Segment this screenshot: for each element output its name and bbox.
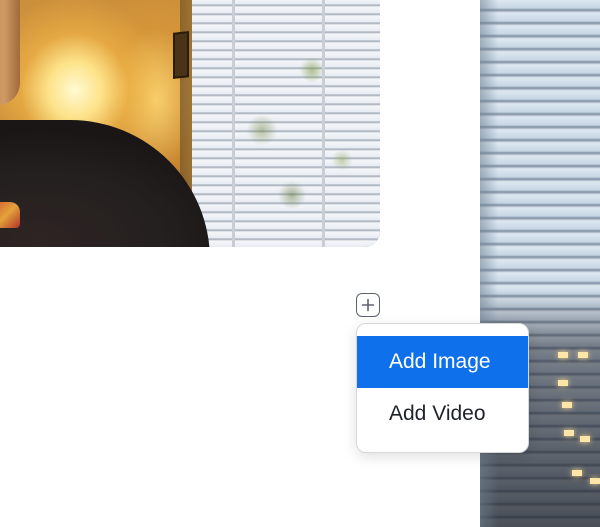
lit-window [558, 352, 568, 358]
menu-item-add-image[interactable]: Add Image [357, 336, 528, 388]
lit-window [572, 470, 582, 476]
lit-window [558, 380, 568, 386]
plus-icon [361, 298, 375, 312]
menu-item-add-video[interactable]: Add Video [357, 388, 528, 440]
lit-window [562, 402, 572, 408]
lit-window [580, 436, 590, 442]
lit-window [564, 430, 574, 436]
shirt-logo [0, 202, 20, 228]
window-post [232, 0, 235, 247]
picture-frame [173, 31, 189, 79]
add-media-menu: Add Image Add Video [356, 323, 529, 453]
lit-window [578, 352, 588, 358]
add-button[interactable] [356, 293, 380, 317]
video-preview-self [0, 0, 380, 247]
window-blinds [192, 0, 380, 247]
lit-window [590, 478, 600, 484]
window-post [322, 0, 325, 247]
stage: Add Image Add Video [0, 0, 600, 527]
person-face [0, 0, 20, 105]
